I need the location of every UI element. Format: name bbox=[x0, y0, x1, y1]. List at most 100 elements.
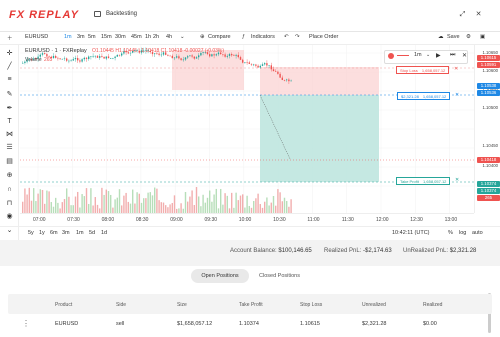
brush-icon[interactable]: ✎ bbox=[5, 91, 14, 98]
volume-bar bbox=[266, 197, 268, 213]
record-icon[interactable] bbox=[388, 53, 394, 59]
timeframe-3m[interactable]: 3m bbox=[77, 34, 85, 40]
volume-label: Volume bbox=[25, 57, 42, 63]
replay-slider[interactable] bbox=[397, 55, 409, 56]
range-3m[interactable]: 3m bbox=[62, 230, 70, 236]
horizontal-lines-icon[interactable]: ≡ bbox=[5, 76, 14, 83]
account-balance-label: Account Balance: bbox=[230, 248, 277, 254]
candle-body bbox=[105, 56, 107, 59]
settings-icon[interactable]: ⚙ bbox=[466, 34, 471, 40]
volume-bar bbox=[213, 194, 215, 213]
column-header[interactable]: Size bbox=[177, 302, 187, 308]
pattern-icon[interactable]: ⋈ bbox=[5, 131, 14, 138]
column-header[interactable]: Side bbox=[116, 302, 126, 308]
replay-speed[interactable]: 1m bbox=[414, 52, 422, 58]
indicators-icon[interactable]: ƒ bbox=[242, 34, 245, 40]
ruler-icon[interactable]: ▤ bbox=[5, 158, 14, 165]
take-profit-close-icon[interactable]: ✕ bbox=[455, 177, 459, 183]
fullscreen-icon[interactable]: ⤢ bbox=[459, 11, 466, 18]
column-header[interactable]: Stop Loss bbox=[300, 302, 322, 308]
volume-bar bbox=[37, 193, 39, 213]
timeframe-1h[interactable]: 1h bbox=[145, 34, 151, 40]
volume-bar bbox=[257, 193, 259, 213]
take-profit-tag[interactable]: Take Profit 1,658,057.12 bbox=[396, 177, 451, 185]
price-badge: 1.10374 bbox=[477, 188, 500, 194]
time-label: 09:00 bbox=[170, 217, 183, 223]
magnet-icon[interactable]: ∩ bbox=[5, 186, 14, 193]
timeframe-45m[interactable]: 45m bbox=[131, 34, 142, 40]
cloud-icon[interactable]: ☁ bbox=[438, 34, 444, 40]
column-header[interactable]: Product bbox=[55, 302, 72, 308]
stop-loss-tag[interactable]: Stop Loss 1,658,057.12 bbox=[396, 66, 450, 74]
candle-body bbox=[264, 63, 266, 65]
range-1y[interactable]: 1y bbox=[39, 230, 45, 236]
compare-button[interactable]: Compare bbox=[208, 34, 231, 40]
lock-icon[interactable]: ⊓ bbox=[5, 200, 14, 207]
range-6m[interactable]: 6m bbox=[50, 230, 58, 236]
close-replay-icon[interactable]: ✕ bbox=[462, 52, 467, 59]
candle-body bbox=[231, 54, 233, 56]
volume-bar bbox=[107, 191, 110, 213]
time-axis[interactable]: 07:00 07:30 08:00 08:30 09:00 09:30 10:00 10:30… bbox=[20, 213, 474, 226]
fib-icon[interactable]: ☰ bbox=[5, 144, 14, 151]
save-button[interactable]: Save bbox=[447, 34, 460, 40]
timeframe-1m[interactable]: 1m bbox=[64, 34, 72, 40]
timeframe-4h[interactable]: 4h bbox=[166, 34, 172, 40]
entry-amount: 1,658,057.12 bbox=[422, 94, 447, 99]
range-1m[interactable]: 1m bbox=[76, 230, 84, 236]
undo-icon[interactable]: ↶ bbox=[284, 34, 289, 40]
crosshair-icon[interactable]: ✛ bbox=[5, 50, 14, 57]
chevron-down-icon[interactable]: ⌄ bbox=[426, 52, 430, 58]
axis-log-button[interactable]: log bbox=[459, 230, 466, 236]
column-header[interactable]: Take Profit bbox=[239, 302, 263, 308]
tab-open-positions[interactable]: Open Positions bbox=[191, 269, 249, 283]
price-axis[interactable]: 1.106501.106001.105501.105001.104501.104… bbox=[474, 45, 500, 213]
trendline-icon[interactable]: ╱ bbox=[5, 63, 14, 70]
screenshot-icon[interactable]: ▣ bbox=[480, 34, 485, 40]
play-icon[interactable]: ▶ bbox=[436, 52, 441, 59]
app-logo[interactable]: FX REPLAY bbox=[9, 9, 79, 21]
range-1d[interactable]: 1d bbox=[101, 230, 107, 236]
axis-percent-button[interactable]: % bbox=[448, 230, 453, 236]
range-5d[interactable]: 5d bbox=[89, 230, 95, 236]
candle-body bbox=[187, 56, 189, 58]
take-profit-label: Take Profit bbox=[400, 179, 419, 184]
section-title[interactable]: Backtesting bbox=[106, 11, 137, 17]
chevron-down-icon[interactable]: ⌄ bbox=[180, 34, 185, 40]
redo-icon[interactable]: ↷ bbox=[295, 34, 300, 40]
timeframe-2h[interactable]: 2h bbox=[153, 34, 159, 40]
close-icon[interactable]: ✕ bbox=[475, 11, 482, 18]
add-symbol-icon[interactable]: ＋ bbox=[7, 34, 13, 42]
column-header[interactable]: Unrealized bbox=[362, 302, 386, 308]
account-balance: Account Balance: $100,146.65 bbox=[230, 248, 312, 254]
zoom-in-icon[interactable]: ⊕ bbox=[5, 172, 14, 179]
pen-icon[interactable]: ✒ bbox=[5, 105, 14, 112]
volume-bar bbox=[138, 193, 140, 213]
price-label: 1.10600 bbox=[482, 68, 498, 73]
candle-body bbox=[286, 79, 288, 81]
time-label: 12:30 bbox=[410, 217, 423, 223]
indicators-button[interactable]: Indicators bbox=[251, 34, 275, 40]
volume-bar bbox=[57, 202, 59, 213]
volume-bar bbox=[200, 206, 202, 213]
row-menu-icon[interactable]: ⋮ bbox=[22, 319, 30, 328]
entry-close-icon[interactable]: ✕ bbox=[455, 92, 459, 98]
range-5y[interactable]: 5y bbox=[28, 230, 34, 236]
column-header[interactable]: Realized bbox=[423, 302, 442, 308]
tab-closed-positions[interactable]: Closed Positions bbox=[252, 269, 307, 283]
timeframe-5m[interactable]: 5m bbox=[88, 34, 96, 40]
stop-loss-close-icon[interactable]: ✕ bbox=[454, 66, 458, 72]
step-forward-icon[interactable]: ⏭ bbox=[450, 52, 455, 59]
hide-icon[interactable]: ◉ bbox=[5, 213, 14, 220]
place-order-button[interactable]: Place Order bbox=[309, 34, 338, 40]
timeframe-30m[interactable]: 30m bbox=[115, 34, 126, 40]
table-cell: sell bbox=[116, 321, 125, 327]
entry-tag[interactable]: $2,321.28 1,658,057.12 bbox=[397, 92, 451, 100]
candle-body bbox=[193, 56, 195, 59]
axis-auto-button[interactable]: auto bbox=[472, 230, 483, 236]
symbol-button[interactable]: EURUSD bbox=[25, 34, 48, 40]
timeframe-15m[interactable]: 15m bbox=[101, 34, 112, 40]
candle-body bbox=[88, 56, 90, 59]
text-icon[interactable]: T bbox=[5, 118, 14, 125]
compare-icon[interactable]: ⊕ bbox=[200, 34, 205, 40]
